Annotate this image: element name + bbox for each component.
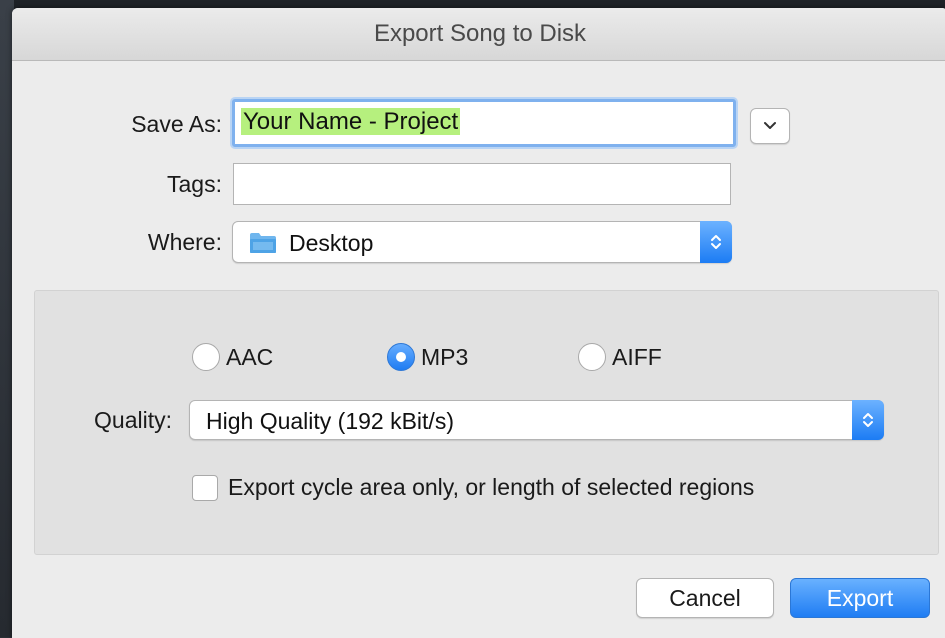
up-down-stepper-icon [711,235,721,249]
radio-mp3-circle [387,343,415,371]
dialog-titlebar: Export Song to Disk [12,8,945,61]
where-label: Where: [147,229,222,255]
quality-popup[interactable]: High Quality (192 kBit/s) [189,400,884,440]
cycle-area-checkbox[interactable] [192,475,218,501]
radio-aac-label: AAC [226,343,274,370]
radio-aiff-label: AIFF [612,343,662,370]
save-as-value: Your Name - Project [241,108,461,135]
where-popup[interactable]: Desktop [232,221,732,263]
up-down-stepper-icon [863,413,873,427]
expand-dialog-button[interactable] [750,108,790,144]
chevron-down-icon [764,122,776,129]
quality-stepper[interactable] [852,400,884,440]
radio-aac[interactable]: AAC [192,343,273,371]
dialog-title: Export Song to Disk [373,20,587,47]
tags-label: Tags: [167,171,222,197]
export-button[interactable]: Export [790,578,930,618]
save-as-label: Save As: [131,111,222,137]
save-as-input[interactable]: Your Name - Project [232,99,736,147]
tags-input[interactable] [233,163,731,205]
cycle-area-label[interactable]: Export cycle area only, or length of sel… [228,474,754,501]
where-value: Desktop [289,230,374,256]
export-dialog: Export Song to Disk Save As: Your Name -… [12,8,945,638]
folder-icon [250,233,276,253]
radio-aiff-circle [578,343,606,371]
radio-mp3-label: MP3 [421,343,469,370]
cancel-button[interactable]: Cancel [636,578,774,618]
quality-label: Quality: [94,407,172,433]
radio-mp3[interactable]: MP3 [387,343,468,371]
quality-value: High Quality (192 kBit/s) [206,408,454,434]
where-stepper[interactable] [700,221,732,263]
radio-aac-circle [192,343,220,371]
radio-aiff[interactable]: AIFF [578,343,662,371]
